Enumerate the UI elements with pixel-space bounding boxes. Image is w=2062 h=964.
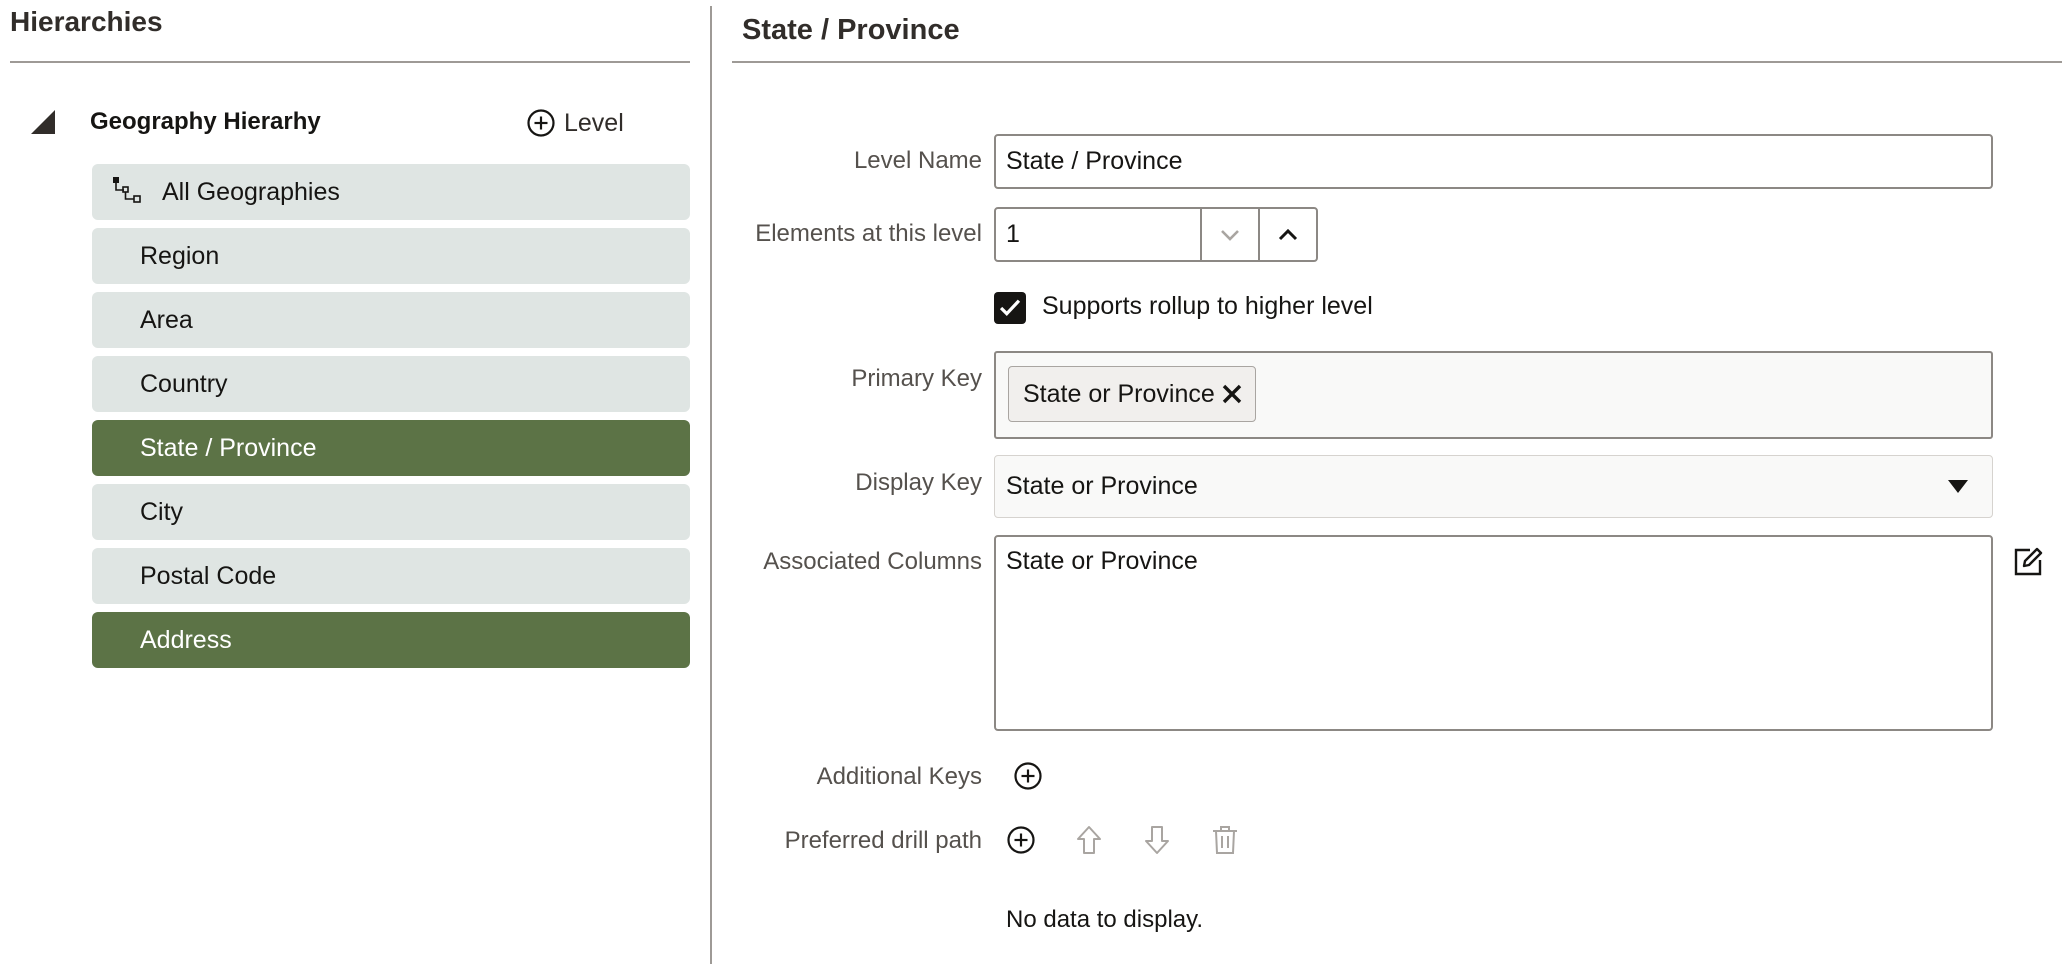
edit-pencil-icon[interactable] <box>2012 546 2044 578</box>
rollup-checkbox[interactable] <box>994 292 1026 324</box>
arrow-down-icon[interactable] <box>1141 824 1173 856</box>
display-key-label: Display Key <box>855 469 982 496</box>
level-label: All Geographies <box>162 177 340 206</box>
chevron-up-icon <box>1278 228 1298 240</box>
chevron-down-icon <box>1221 229 1239 241</box>
plus-circle-icon[interactable] <box>1005 824 1037 856</box>
level-detail-divider <box>732 61 2062 63</box>
add-level-button[interactable]: Level <box>526 108 624 138</box>
level-item-region[interactable]: Region <box>92 228 690 284</box>
drill-path-empty-text: No data to display. <box>1006 906 1204 933</box>
elements-stepper: 1 <box>994 207 1318 262</box>
level-item-postal-code[interactable]: Postal Code <box>92 548 690 604</box>
display-key-select[interactable]: State or Province <box>994 455 1993 518</box>
hierarchies-title: Hierarchies <box>10 6 163 37</box>
panel-divider <box>710 6 712 964</box>
level-detail-title: State / Province <box>742 14 960 46</box>
level-name-input[interactable]: State / Province <box>994 134 1993 189</box>
level-label: Area <box>140 305 193 334</box>
chip-label: State or Province <box>1023 379 1215 408</box>
plus-circle-icon[interactable] <box>1012 760 1044 792</box>
level-list: All Geographies Region Area Country Stat… <box>92 164 690 676</box>
level-item-city[interactable]: City <box>92 484 690 540</box>
level-name-label: Level Name <box>853 147 982 174</box>
level-label: State / Province <box>140 433 317 462</box>
plus-circle-icon <box>527 109 555 137</box>
add-level-label: Level <box>564 108 624 137</box>
drill-path-label: Preferred drill path <box>784 827 982 854</box>
triangle-collapse-icon[interactable] <box>31 110 55 134</box>
associated-columns-label: Associated Columns <box>763 548 982 575</box>
display-key-value: State or Province <box>1006 472 1198 500</box>
level-label: Country <box>140 369 228 398</box>
level-label: Postal Code <box>140 561 277 590</box>
level-item-address[interactable]: Address <box>92 612 690 668</box>
x-icon[interactable] <box>1221 383 1243 405</box>
level-label: Address <box>140 625 232 654</box>
level-label: City <box>140 497 184 526</box>
level-item-area[interactable]: Area <box>92 292 690 348</box>
elements-label: Elements at this level <box>755 220 982 247</box>
level-item-state-province[interactable]: State / Province <box>92 420 690 476</box>
level-label: Region <box>140 241 220 270</box>
primary-key-input[interactable]: State or Province <box>994 351 1993 439</box>
checkmark-icon <box>999 299 1021 317</box>
primary-key-label: Primary Key <box>851 365 982 392</box>
decrement-button[interactable] <box>1200 209 1258 260</box>
level-item-country[interactable]: Country <box>92 356 690 412</box>
rollup-label: Supports rollup to higher level <box>1042 292 1373 320</box>
arrow-up-icon[interactable] <box>1073 824 1105 856</box>
additional-keys-label: Additional Keys <box>816 763 982 790</box>
increment-button[interactable] <box>1258 209 1316 260</box>
trash-icon[interactable] <box>1209 824 1241 856</box>
level-item-all-geographies[interactable]: All Geographies <box>92 164 690 220</box>
elements-input[interactable]: 1 <box>996 209 1200 260</box>
primary-key-chip: State or Province <box>1008 366 1256 422</box>
tree-structure-icon <box>113 177 141 203</box>
associated-columns-field[interactable]: State or Province <box>994 535 1993 731</box>
hierarchies-divider <box>10 61 690 63</box>
hierarchy-name: Geography Hierarhy <box>90 108 321 135</box>
caret-down-icon <box>1948 480 1968 493</box>
